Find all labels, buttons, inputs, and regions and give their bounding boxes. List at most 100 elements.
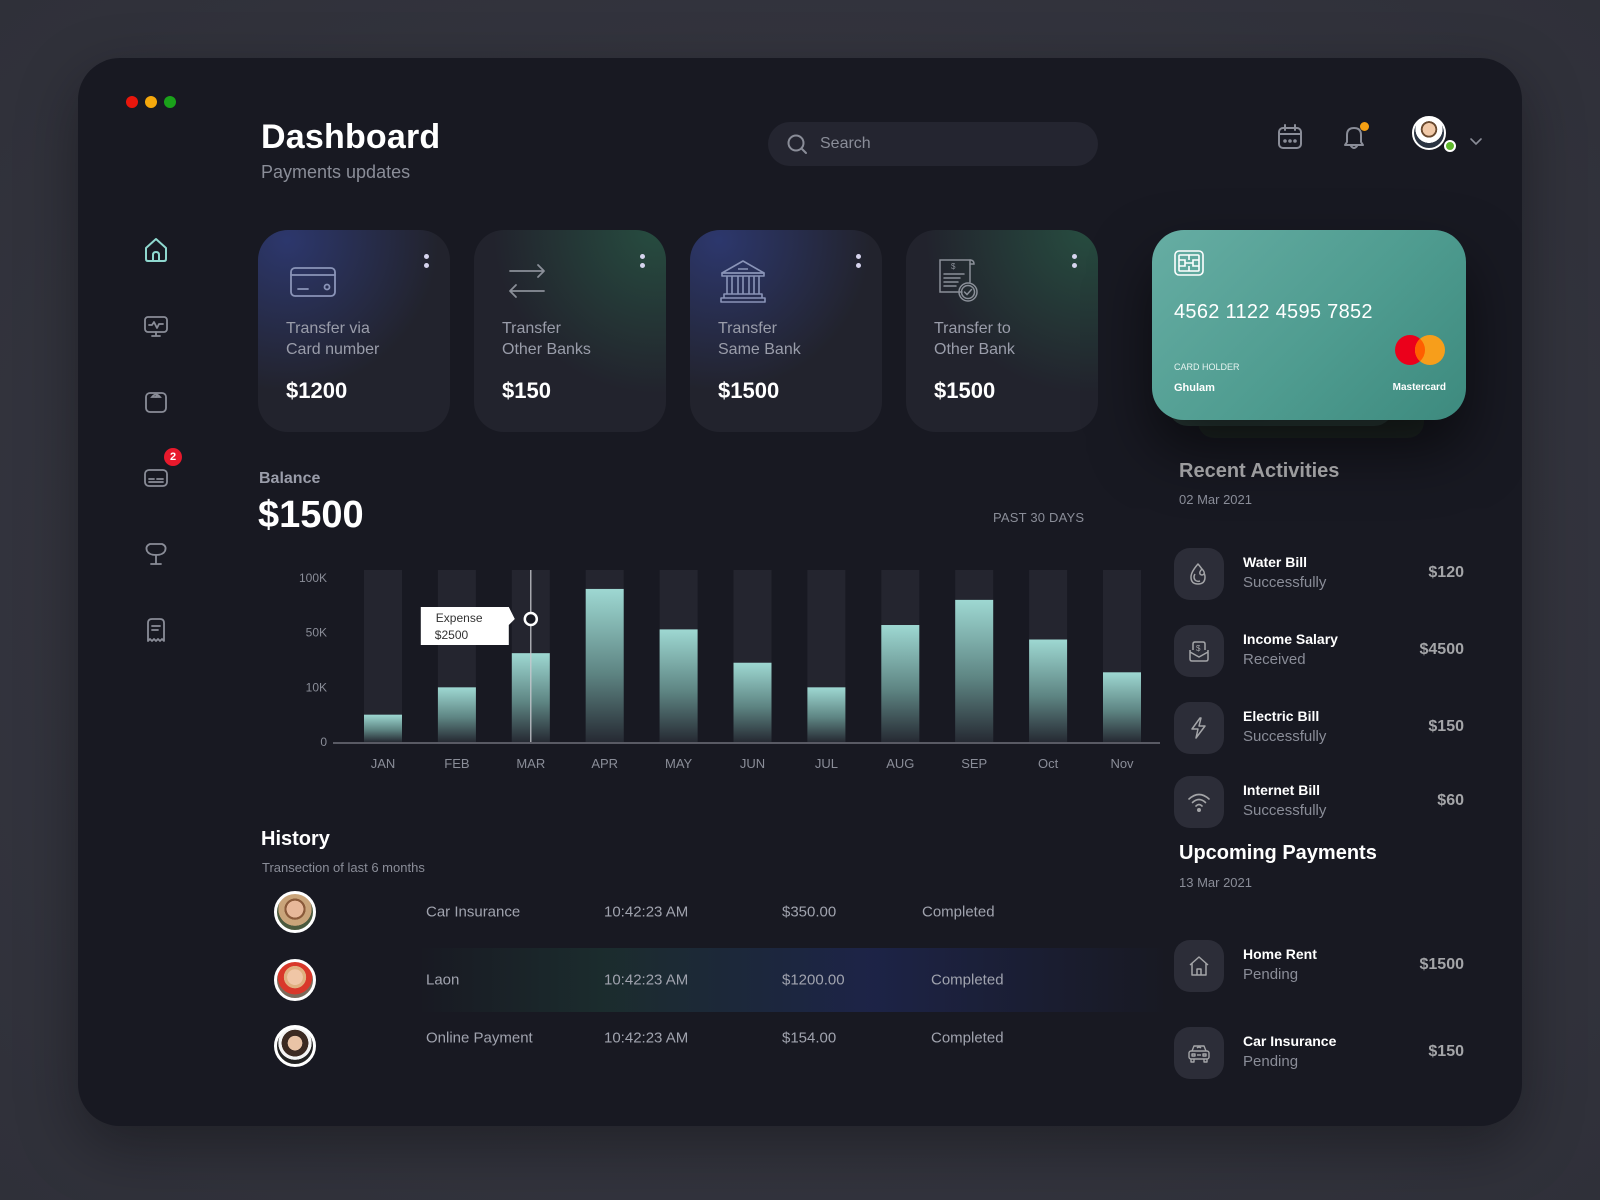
lightning-icon: [1191, 717, 1206, 739]
more-options-button[interactable]: [420, 254, 432, 274]
transfer-cards: Transfer via Card number $1200 Transfer Ot…: [258, 230, 1098, 432]
bar-jul: [807, 687, 846, 742]
bar-apr: [585, 588, 624, 742]
card-amount: $150: [502, 378, 551, 403]
activity-amount: $4500: [1419, 641, 1465, 658]
period-filter[interactable]: PAST 30 DAYS: [993, 510, 1084, 525]
history-time: 10:42:23 AM: [604, 903, 689, 921]
sidebar-item-receipt[interactable]: [136, 610, 176, 650]
card-chip-icon: [1174, 250, 1204, 276]
upcoming-payment-item[interactable]: Home Rent Pending $1500: [1174, 940, 1464, 992]
notification-dot: [1360, 122, 1369, 131]
minimize-window-button[interactable]: [145, 96, 157, 108]
more-options-button[interactable]: [1068, 254, 1080, 274]
wifi-icon: [1188, 793, 1210, 812]
history-amount: $350.00: [782, 903, 837, 921]
avatar: [274, 891, 316, 933]
search-input[interactable]: [820, 135, 1070, 153]
upcoming-payment-item[interactable]: Car Insurance Pending $150: [1174, 1027, 1464, 1079]
hover-point: [523, 611, 539, 627]
svg-text:$: $: [951, 262, 956, 271]
sidebar-item-activity[interactable]: [136, 306, 176, 346]
history-row[interactable]: Laon 10:42:23 AM $1200.00 Completed: [258, 948, 1168, 1012]
transfer-card-same-bank[interactable]: Transfer Same Bank $1500: [690, 230, 882, 432]
card-number: 4562 1122 4595 7852: [1174, 301, 1373, 323]
bar-nov: [1103, 672, 1141, 742]
y-tick-label: 100K: [299, 571, 327, 585]
transfer-card-card-number[interactable]: Transfer via Card number $1200: [258, 230, 450, 432]
history-row[interactable]: Car Insurance 10:42:23 AM $350.00 Comple…: [258, 880, 1168, 944]
close-window-button[interactable]: [126, 96, 138, 108]
recent-activities-title: Recent Activities: [1179, 460, 1340, 482]
home-icon: [145, 238, 167, 262]
x-tick-label: Nov: [1110, 756, 1134, 768]
history-status: Completed: [922, 903, 995, 921]
activity-item[interactable]: Water Bill Successfully $120: [1174, 548, 1464, 600]
payment-name: Home Rent: [1243, 946, 1317, 962]
credit-card[interactable]: 4562 1122 4595 7852 CARD HOLDER Ghulam M…: [1152, 230, 1466, 420]
payment-amount: $1500: [1419, 956, 1465, 973]
upcoming-payments-title: Upcoming Payments: [1179, 842, 1377, 864]
bar-jun: [733, 662, 772, 742]
transfer-arrows-icon: [509, 264, 545, 298]
activity-name: Water Bill: [1243, 554, 1308, 570]
salary-envelope-icon: $: [1189, 641, 1209, 662]
online-status-indicator: [1444, 140, 1456, 152]
more-options-button[interactable]: [852, 254, 864, 274]
sidebar-item-home[interactable]: [136, 230, 176, 270]
search-bar[interactable]: [768, 122, 1098, 166]
activity-item[interactable]: $ Income Salary Received $4500: [1174, 625, 1464, 677]
payment-amount: $150: [1428, 1043, 1464, 1060]
more-options-button[interactable]: [636, 254, 648, 274]
activity-item[interactable]: Electric Bill Successfully $150: [1174, 702, 1464, 754]
sidebar-item-messages[interactable]: 2: [136, 448, 182, 498]
bar-may: [659, 629, 698, 742]
history-name: Online Payment: [426, 1029, 533, 1047]
history-status: Completed: [931, 971, 1004, 989]
activity-name: Income Salary: [1243, 631, 1338, 647]
trophy-icon: [145, 543, 167, 565]
card-label: Transfer via: [286, 320, 370, 337]
history-time: 10:42:23 AM: [604, 1029, 689, 1047]
card-holder-label: CARD HOLDER: [1174, 362, 1240, 372]
card-message-icon: [144, 469, 168, 487]
maximize-window-button[interactable]: [164, 96, 176, 108]
card-label: Transfer: [718, 320, 777, 337]
bar-jan: [364, 714, 402, 742]
payment-status: Pending: [1243, 966, 1299, 983]
recent-activities-date: 02 Mar 2021: [1179, 492, 1252, 507]
y-tick-label: 50K: [306, 626, 327, 640]
transfer-card-other-banks[interactable]: Transfer Other Banks $150: [474, 230, 666, 432]
calendar-button[interactable]: [1275, 122, 1305, 152]
history-amount: $154.00: [782, 1029, 837, 1047]
sidebar-item-scale[interactable]: [136, 382, 176, 422]
bar-oct: [1029, 639, 1068, 742]
transfer-card-other-bank[interactable]: $ Transfer to Other Bank $1500: [906, 230, 1098, 432]
activity-status: Successfully: [1243, 574, 1327, 591]
history-time: 10:42:23 AM: [604, 971, 689, 989]
calendar-icon: [1278, 124, 1302, 149]
history-row[interactable]: Online Payment 10:42:23 AM $154.00 Compl…: [258, 1006, 1168, 1070]
history-name: Laon: [426, 971, 460, 989]
notifications-button[interactable]: [1339, 122, 1369, 152]
svg-text:$: $: [1196, 644, 1201, 653]
invoice-check-icon: $: [939, 259, 978, 302]
house-icon: [1189, 956, 1209, 976]
x-tick-label: MAY: [665, 756, 693, 768]
avatar: [274, 959, 316, 1001]
avatar: [274, 1024, 316, 1067]
credit-card-icon: [290, 267, 336, 297]
activity-item[interactable]: Internet Bill Successfully $60: [1174, 776, 1464, 828]
chevron-down-icon[interactable]: [1468, 133, 1484, 149]
app-window: 2 Dashboard Payments updates Transfer vi…: [78, 58, 1522, 1126]
card-holder-name: Ghulam: [1174, 382, 1215, 394]
bar-aug: [881, 625, 920, 742]
y-tick-label: 0: [320, 735, 327, 749]
page-subtitle: Payments updates: [261, 162, 411, 182]
balance-bar-chart: 0 10K 50K 100K JAN FEB MAR APR MAY JUN JUL AUG SEP Oc…: [299, 570, 1160, 768]
activity-amount: $60: [1437, 792, 1464, 809]
bar-sep: [955, 599, 994, 742]
sidebar-item-trophy[interactable]: [136, 534, 176, 574]
history-name: Car Insurance: [426, 903, 521, 921]
user-avatar[interactable]: [1412, 116, 1446, 150]
